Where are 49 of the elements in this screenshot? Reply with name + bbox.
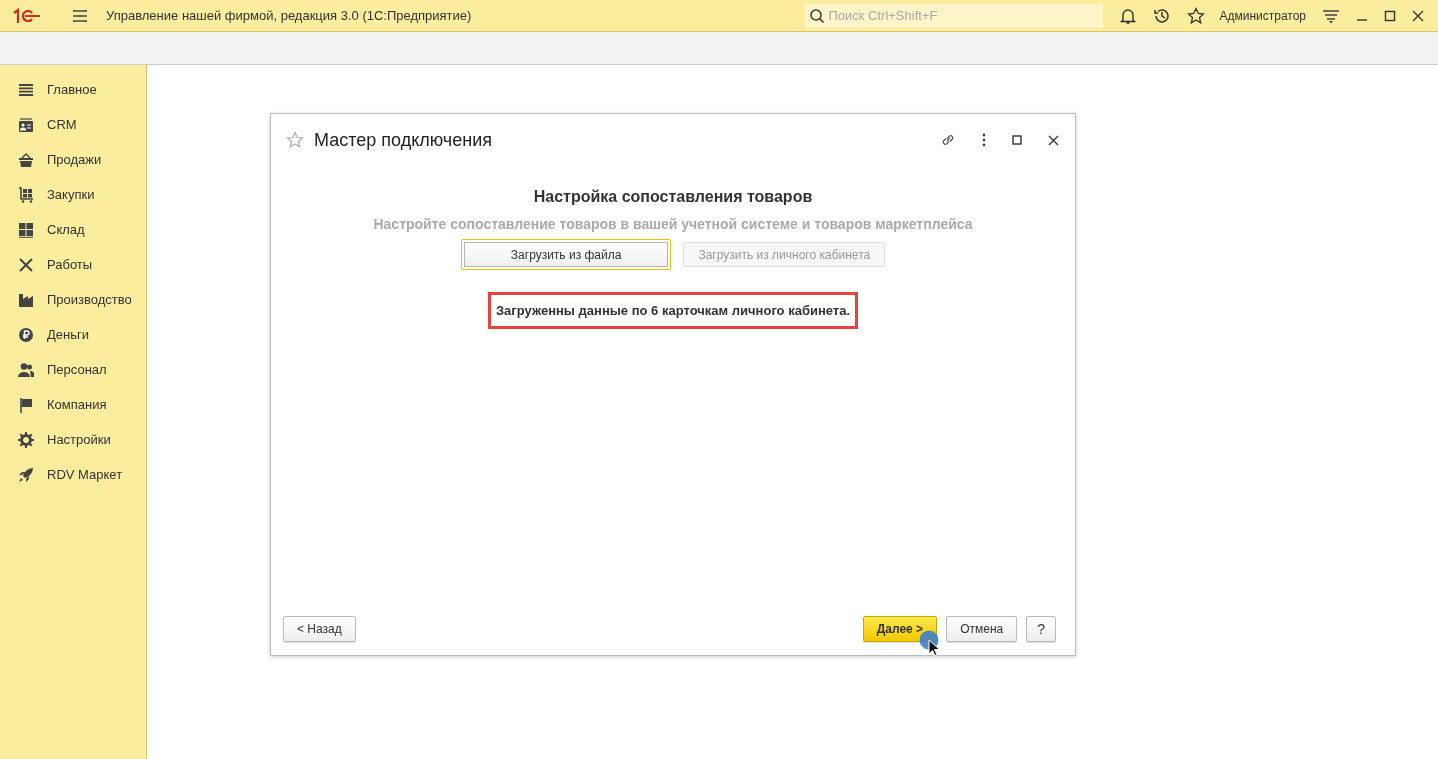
menu-icon[interactable] [72,8,88,23]
section-subtitle: Настройте сопоставление товаров в вашей учетной системе и товаров маркетплейса [373,216,973,232]
sidebar-item[interactable]: Производство [0,282,146,317]
status-message: Загруженны данные по 6 карточкам личного кабинета. [487,292,859,329]
gear-icon [18,431,34,448]
list-icon [18,81,34,98]
sidebar-item[interactable]: Работы [0,247,146,282]
ruble-coin-icon [18,326,34,343]
bell-icon[interactable] [1119,6,1138,25]
search-field[interactable]: Поиск Ctrl+Shift+F [805,3,1104,28]
user-name[interactable]: Администратор [1219,8,1306,23]
more-icon[interactable] [982,133,986,147]
sidebar-item[interactable]: CRM [0,107,146,142]
rocket-icon [18,466,34,483]
sidebar-item[interactable]: Деньги [0,317,146,352]
cancel-button[interactable]: Отмена [946,616,1018,642]
maximize-icon[interactable] [1384,9,1396,22]
star-icon[interactable] [286,131,304,149]
close-icon[interactable] [1412,9,1424,22]
flag-icon [18,396,34,413]
factory-icon [18,291,34,308]
cart-icon [18,186,34,203]
sidebar-item[interactable]: Компания [0,387,146,422]
history-icon[interactable] [1153,6,1172,25]
help-button[interactable]: ? [1026,616,1056,642]
sidebar-item[interactable]: Склад [0,212,146,247]
mouse-cursor-icon [918,630,943,658]
sidebar-item[interactable]: Продажи [0,142,146,177]
basket-icon [18,151,34,168]
sidebar-item[interactable]: RDV Маркет [0,457,146,492]
people-icon [18,361,34,378]
section-heading: Настройка сопоставления товаров [533,188,813,206]
maximize-icon[interactable] [1012,135,1022,145]
sidebar-item[interactable]: Персонал [0,352,146,387]
sidebar-item[interactable]: Главное [0,72,146,107]
dialog-title: Мастер подключения [314,129,492,151]
load-button[interactable]: Загрузить из файла [460,239,672,270]
star-icon[interactable] [1187,6,1206,25]
sidebar-item[interactable]: Закупки [0,177,146,212]
grid-icon [18,221,34,238]
app-title: Управление нашей фирмой, редакция 3.0 (1С:Предприятие) [106,8,472,23]
logo-icon [12,7,42,24]
close-icon[interactable] [1048,134,1059,146]
back-button[interactable]: < Назад [283,616,356,642]
next-button[interactable]: Далее > [862,616,938,642]
filter-menu-icon[interactable] [1322,7,1340,24]
contact-card-icon [18,116,34,133]
sidebar-item[interactable]: Настройки [0,422,146,457]
link-icon[interactable] [940,132,956,148]
